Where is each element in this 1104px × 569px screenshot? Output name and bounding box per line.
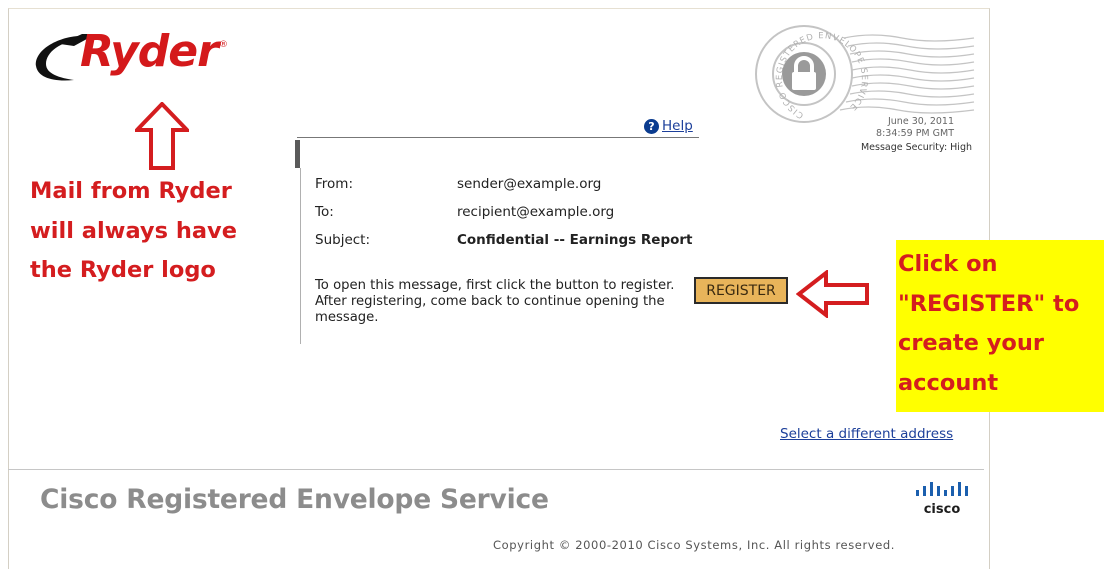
cisco-logo: cisco bbox=[916, 482, 968, 516]
register-annotation: Click on "REGISTER" to create your accou… bbox=[896, 240, 1104, 412]
copyright-notice: Copyright © 2000-2010 Cisco Systems, Inc… bbox=[493, 538, 896, 552]
footer-service-title: Cisco Registered Envelope Service bbox=[40, 484, 549, 515]
stamp-datetime: June 30, 2011 8:34:59 PM GMT bbox=[864, 116, 954, 139]
card-left-border bbox=[300, 168, 301, 344]
select-different-address-link[interactable]: Select a different address bbox=[780, 426, 953, 442]
registered-mark: ® bbox=[219, 40, 228, 50]
subject-value: Confidential -- Earnings Report bbox=[457, 232, 693, 248]
lock-icon bbox=[782, 52, 826, 96]
left-arrow-icon bbox=[796, 270, 869, 318]
up-arrow-icon bbox=[135, 102, 189, 170]
stamp-date: June 30, 2011 bbox=[887, 116, 954, 127]
from-value: sender@example.org bbox=[457, 176, 602, 192]
message-security: Message Security: High bbox=[860, 142, 972, 153]
card-accent-bar bbox=[295, 140, 300, 168]
to-value: recipient@example.org bbox=[457, 204, 615, 220]
header-divider bbox=[297, 137, 699, 138]
subject-label: Subject: bbox=[315, 232, 371, 248]
cisco-bars-icon bbox=[916, 482, 968, 496]
ryder-logo-text: Ryder bbox=[80, 26, 219, 77]
register-button[interactable]: REGISTER bbox=[694, 277, 788, 304]
to-label: To: bbox=[315, 204, 334, 220]
from-label: From: bbox=[315, 176, 353, 192]
cisco-wordmark: cisco bbox=[924, 502, 961, 516]
help-icon[interactable]: ? bbox=[644, 118, 659, 134]
stamp-time: 8:34:59 PM GMT bbox=[876, 127, 954, 139]
register-instructions: To open this message, first click the bu… bbox=[315, 278, 675, 325]
help-link[interactable]: Help bbox=[662, 118, 693, 134]
ryder-logo-annotation: Mail from Ryder will always have the Ryd… bbox=[30, 178, 237, 283]
footer-divider bbox=[8, 469, 984, 470]
help[interactable]: ? Help bbox=[644, 118, 693, 134]
